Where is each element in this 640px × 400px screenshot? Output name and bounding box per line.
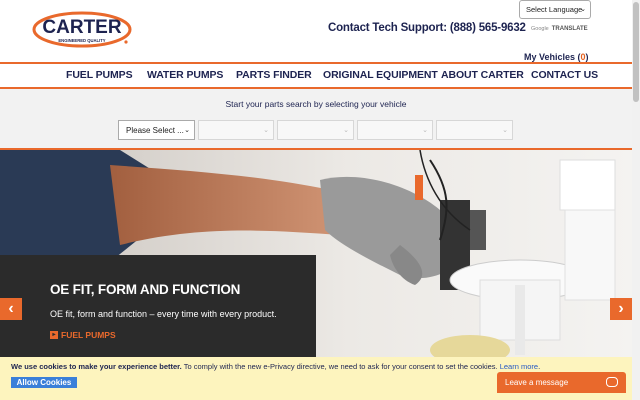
svg-text:CARTER: CARTER <box>42 17 121 38</box>
google-translate[interactable]: Google TRANSLATE <box>531 26 588 32</box>
cookie-message: We use cookies to make your experience b… <box>11 362 540 371</box>
hero-title: OE FIT, FORM AND FUNCTION <box>50 282 241 297</box>
page-scrollbar[interactable] <box>632 0 640 400</box>
slider-next-button[interactable]: › <box>610 298 632 320</box>
chevron-down-icon: ⌄ <box>502 127 508 134</box>
svg-text:ENGINEERED QUALITY: ENGINEERED QUALITY <box>58 38 105 43</box>
tech-support-phone[interactable]: Contact Tech Support: (888) 565-9632 <box>328 22 526 34</box>
slider-prev-button[interactable]: ‹ <box>0 298 22 320</box>
language-select-value: Select Language <box>526 5 583 14</box>
scrollbar-thumb[interactable] <box>633 2 639 102</box>
parts-finder-title: Start your parts search by selecting you… <box>225 99 407 109</box>
parts-finder: Start your parts search by selecting you… <box>0 89 632 148</box>
nav-item-about-carter[interactable]: ABOUT CARTER <box>441 69 524 81</box>
google-logo: Google <box>531 26 549 32</box>
chevron-left-icon: ‹ <box>8 300 14 317</box>
hero-caption: OE FIT, FORM AND FUNCTION OE fit, form a… <box>0 255 316 360</box>
nav-item-contact-us[interactable]: CONTACT US <box>531 69 598 81</box>
vehicle-select-year-value: Please Select ... <box>126 126 184 135</box>
chevron-down-icon: ⌄ <box>343 127 349 134</box>
cookie-message-bold: We use cookies to make your experience b… <box>11 362 182 371</box>
hero-link-label: FUEL PUMPS <box>61 330 116 340</box>
cookie-message-text: To comply with the new e-Privacy directi… <box>181 362 500 371</box>
my-vehicles-link[interactable]: My Vehicles (0) <box>524 52 589 62</box>
site-header: CARTER ENGINEERED QUALITY Contact Tech S… <box>0 0 632 62</box>
vehicle-select-part[interactable]: ⌄ <box>436 120 513 140</box>
vehicle-select-model[interactable]: ⌄ <box>277 120 354 140</box>
leave-message-button[interactable]: Leave a message <box>497 372 626 393</box>
nav-item-original-equipment[interactable]: ORIGINAL EQUIPMENT <box>323 69 438 81</box>
my-vehicles-label: My Vehicles ( <box>524 52 581 62</box>
vehicle-select-year[interactable]: Please Select ... ⌄ <box>118 120 195 140</box>
leave-message-label: Leave a message <box>505 378 569 387</box>
nav-item-parts-finder[interactable]: PARTS FINDER <box>236 69 312 81</box>
chevron-down-icon: ⌄ <box>422 127 428 134</box>
language-select[interactable]: Select Language ⌄ <box>519 0 591 19</box>
hero-link-fuel-pumps[interactable]: ▸ FUEL PUMPS <box>50 330 116 340</box>
chevron-down-icon: ⌄ <box>263 127 269 134</box>
nav-item-water-pumps[interactable]: WATER PUMPS <box>147 69 223 81</box>
translate-label: TRANSLATE <box>551 26 588 32</box>
carter-logo[interactable]: CARTER ENGINEERED QUALITY <box>32 11 132 48</box>
cookie-learn-more-link[interactable]: Learn more <box>500 362 538 371</box>
chevron-down-icon: ⌄ <box>580 6 586 13</box>
chevron-right-icon: › <box>618 300 624 317</box>
chat-bubble-icon <box>606 377 618 387</box>
chevron-down-icon: ⌄ <box>184 127 190 134</box>
cookie-message-end: . <box>538 362 541 371</box>
hero-text: OE fit, form and function – every time w… <box>50 309 277 319</box>
allow-cookies-button[interactable]: Allow Cookies <box>11 377 77 388</box>
nav-item-fuel-pumps[interactable]: FUEL PUMPS <box>66 69 133 81</box>
chevron-right-icon: ▸ <box>50 331 58 339</box>
my-vehicles-close: ) <box>585 52 589 62</box>
hero-slider: OE FIT, FORM AND FUNCTION OE fit, form a… <box>0 150 632 360</box>
vehicle-select-engine[interactable]: ⌄ <box>357 120 433 140</box>
vehicle-select-make[interactable]: ⌄ <box>198 120 274 140</box>
main-nav: FUEL PUMPS WATER PUMPS PARTS FINDER ORIG… <box>0 64 632 87</box>
